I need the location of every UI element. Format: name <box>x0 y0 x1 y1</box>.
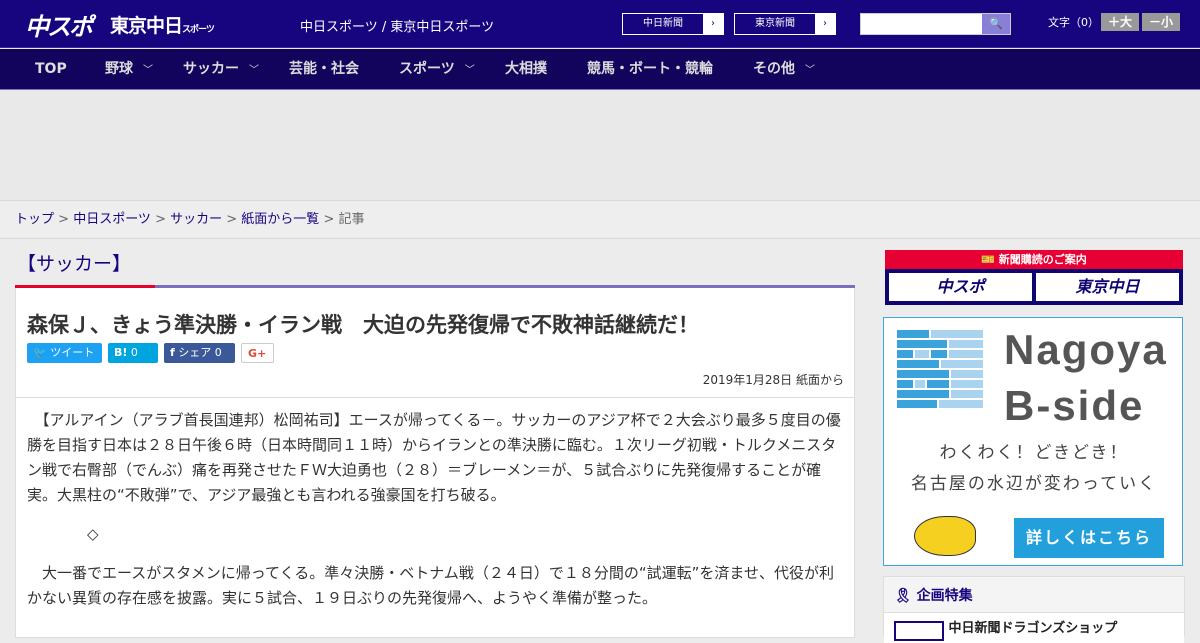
ribbon-icon: 🎗 <box>894 588 912 604</box>
chevron-down-icon: ﹀ <box>805 65 815 76</box>
nav-label: サッカー <box>183 61 239 77</box>
link-label: 東京新聞 <box>755 18 795 29</box>
subscribe-tokyo-chunichi[interactable]: 東京中日 <box>1036 273 1179 301</box>
breadcrumb-current: 記事 <box>338 212 365 227</box>
search-icon[interactable]: 🔍 <box>982 14 1010 34</box>
chevron-down-icon: ﹀ <box>464 65 475 76</box>
subscribe-chuspo[interactable]: 中スポ <box>889 273 1032 301</box>
tokyo-shimbun-link[interactable]: 東京新聞 › <box>734 13 836 35</box>
link-label: 中日新聞 <box>643 18 683 29</box>
nav-label: 野球 <box>105 61 133 77</box>
font-smaller-button[interactable]: －小 <box>1142 13 1180 31</box>
tokyo-chunichi-logo[interactable]: 東京中日スポーツ <box>110 11 215 38</box>
article-date: 2019年1月28日 紙面から <box>702 373 844 387</box>
hatena-count: 0 <box>130 346 138 359</box>
nav-entertainment[interactable]: 芸能・社会 <box>289 49 359 89</box>
nav-label: その他 <box>753 61 795 77</box>
font-larger-button[interactable]: ＋大 <box>1101 13 1139 31</box>
nav-label: 競馬・ボート・競輪 <box>587 61 713 77</box>
font-size-label: 文字（0） <box>1048 16 1099 29</box>
bside-name-2: B-side <box>1004 382 1145 429</box>
tweet-label: ツイート <box>50 346 95 359</box>
chevron-right-icon: › <box>703 14 723 34</box>
article-title: 森保Ｊ、きょう準決勝・イラン戦 大迫の先発復帰で不敗神話継続だ！ <box>27 313 699 337</box>
feature-title-text: 企画特集 <box>916 588 973 604</box>
tagline: 中日スポーツ / 東京中日スポーツ <box>300 20 495 35</box>
nav-top[interactable]: TOP <box>35 49 67 89</box>
chevron-down-icon: ﹀ <box>143 65 153 76</box>
chuspo-logo[interactable]: 中スポ <box>25 7 93 42</box>
category-label: 【サッカー】 <box>17 253 132 275</box>
article-header: 森保Ｊ、きょう準決勝・イラン戦 大迫の先発復帰で不敗神話継続だ！ 🐦 ツイート … <box>16 288 854 398</box>
bside-line1: わくわく！どきどき！ <box>939 443 1129 463</box>
bricks-logo-icon <box>897 330 983 410</box>
nav-label: スポーツ <box>399 61 455 77</box>
nav-baseball[interactable]: 野球 ﹀ <box>105 49 153 91</box>
google-plus-button[interactable]: G+ <box>241 343 274 363</box>
bside-name: Nagoya B-side <box>1004 322 1168 434</box>
facebook-count: 0 <box>214 346 222 359</box>
subscribe-title-text: 新聞購読のご案内 <box>998 253 1087 266</box>
nav-racing[interactable]: 競馬・ボート・競輪 <box>587 49 713 89</box>
nav-label: 芸能・社会 <box>289 61 359 77</box>
nagoya-bside-banner[interactable]: Nagoya B-side わくわく！どきどき！ 名古屋の水辺が変わっていく 詳し… <box>883 317 1183 566</box>
tweet-button[interactable]: 🐦 ツイート <box>27 343 102 363</box>
hatena-button[interactable]: B! 0 <box>108 343 158 363</box>
ticket-icon: 🎫 <box>981 253 995 266</box>
separator: ◇ <box>27 525 99 543</box>
facebook-icon: f <box>170 346 175 359</box>
nav-sumo[interactable]: 大相撲 <box>505 49 547 89</box>
article: 森保Ｊ、きょう準決勝・イラン戦 大迫の先発復帰で不敗神話継続だ！ 🐦 ツイート … <box>15 288 855 638</box>
breadcrumb: トップ > 中日スポーツ > サッカー > 紙面から一覧 > 記事 <box>0 200 1200 239</box>
subscription-banner[interactable]: 🎫 新聞購読のご案内 中スポ 東京中日 <box>885 250 1183 305</box>
dragons-shop-thumbnail <box>894 621 944 641</box>
logo-text: 東京中日 <box>110 15 183 37</box>
site-header: 中スポ 東京中日スポーツ 中日スポーツ / 東京中日スポーツ 中日新聞 › 東京新… <box>0 0 1200 48</box>
nav-soccer[interactable]: サッカー ﹀ <box>183 49 259 91</box>
twitter-icon: 🐦 <box>33 346 47 359</box>
share-label: シェア <box>178 346 212 359</box>
feature-item-label: 中日新聞ドラゴンズショップ <box>948 621 1118 636</box>
feature-section: 🎗 企画特集 中日新聞ドラゴンズショップ <box>883 576 1185 643</box>
breadcrumb-paper-list[interactable]: 紙面から一覧 <box>241 212 319 227</box>
feature-item[interactable]: 中日新聞ドラゴンズショップ <box>884 613 1184 643</box>
paragraph: 【アルアイン（アラブ首長国連邦）松岡祐司】エースが帰ってくる－。サッカーのアジア… <box>27 411 841 504</box>
feature-title: 🎗 企画特集 <box>884 577 1184 613</box>
breadcrumb-chunichi-sports[interactable]: 中日スポーツ <box>73 212 151 227</box>
article-body: 【アルアイン（アラブ首長国連邦）松岡祐司】エースが帰ってくる－。サッカーのアジア… <box>16 398 854 611</box>
bside-line2: 名古屋の水辺が変わっていく <box>910 474 1158 494</box>
mascot-icon <box>914 516 976 556</box>
logo-sub: スポーツ <box>182 25 215 35</box>
breadcrumb-top[interactable]: トップ <box>15 212 54 227</box>
chunichi-shimbun-link[interactable]: 中日新聞 › <box>622 13 724 35</box>
nav-other[interactable]: その他 ﹀ <box>753 49 815 91</box>
nav-label: TOP <box>35 61 67 77</box>
hatena-icon: B! <box>114 346 128 359</box>
main-nav: TOP 野球 ﹀ サッカー ﹀ 芸能・社会 スポーツ ﹀ 大相撲 競馬・ボート・競輪 … <box>0 49 1200 90</box>
facebook-share-button[interactable]: f シェア 0 <box>164 343 235 363</box>
ad-area <box>0 90 1200 200</box>
details-button[interactable]: 詳しくはこちら <box>1014 518 1164 558</box>
breadcrumb-soccer[interactable]: サッカー <box>170 212 222 227</box>
chevron-down-icon: ﹀ <box>249 65 259 76</box>
paragraph: 大一番でエースがスタメンに帰ってくる。準々決勝・ベトナム戦（２４日）で１８分間の… <box>27 564 834 607</box>
subscribe-title: 🎫 新聞購読のご案内 <box>885 250 1183 269</box>
nav-label: 大相撲 <box>505 61 547 77</box>
nav-sports[interactable]: スポーツ ﹀ <box>399 49 475 91</box>
chevron-right-icon: › <box>815 14 835 34</box>
search-input[interactable]: 🔍 <box>860 13 1011 35</box>
bside-name-1: Nagoya <box>1004 326 1168 373</box>
